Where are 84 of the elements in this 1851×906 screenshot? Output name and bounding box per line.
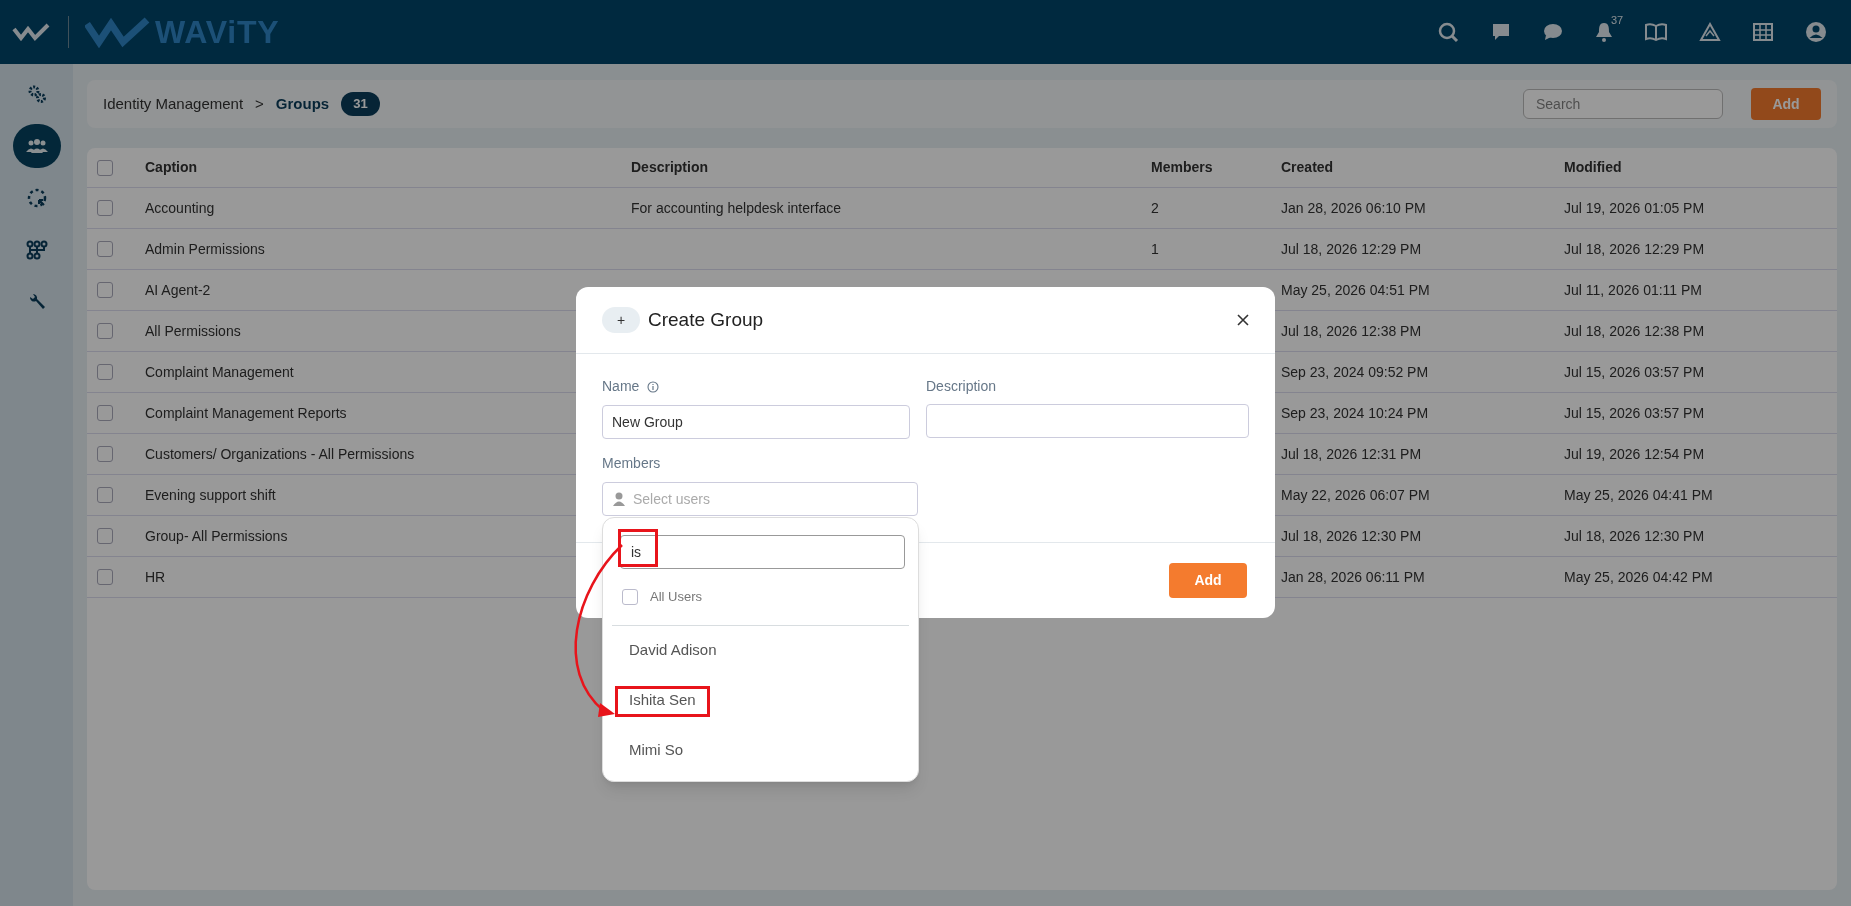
table-cell: AI Agent-2 (145, 281, 211, 298)
logo-mark-icon (85, 16, 151, 48)
table-cell: Jul 19, 2026 01:05 PM (1564, 199, 1705, 216)
user-option[interactable]: Mimi So (620, 739, 684, 762)
plus-badge: + (602, 307, 640, 333)
table-cell: Jul 18, 2026 12:31 PM (1281, 445, 1422, 462)
table-cell: Customers/ Organizations - All Permissions (145, 445, 415, 462)
table-cell: Accounting (145, 199, 215, 216)
breadcrumb-separator: > (255, 93, 264, 114)
breadcrumb-current: Groups (275, 93, 330, 114)
column-header[interactable]: Caption (145, 159, 198, 175)
field-label: Description (926, 377, 998, 396)
checkbox[interactable] (97, 487, 113, 503)
count-badge: 31 (341, 92, 380, 116)
grid-icon[interactable] (1753, 23, 1773, 41)
table-cell: May 22, 2026 06:07 PM (1281, 486, 1430, 503)
all-users-label: All Users (650, 588, 702, 606)
checkbox[interactable] (97, 323, 113, 339)
table-cell: Complaint Management (145, 363, 294, 380)
checkbox[interactable] (97, 405, 113, 421)
table-cell: Jan 28, 2026 06:11 PM (1281, 568, 1425, 585)
table-cell: 2 (1151, 199, 1159, 216)
sidebar-item[interactable] (12, 124, 61, 168)
table-cell: For accounting helpdesk interface (631, 199, 842, 216)
description-field[interactable] (926, 404, 1249, 438)
bell-icon[interactable] (1595, 22, 1613, 42)
book-icon[interactable] (1645, 23, 1667, 41)
field-label: Name (602, 377, 640, 396)
chat-bubble-icon[interactable] (1543, 23, 1563, 41)
name-field[interactable]: New Group (602, 405, 910, 439)
checkbox[interactable] (97, 282, 113, 298)
table-cell: May 25, 2026 04:51 PM (1281, 281, 1430, 298)
checkbox[interactable] (622, 588, 638, 605)
table-cell: 1 (1151, 240, 1159, 257)
table-cell: Sep 23, 2024 09:52 PM (1281, 363, 1429, 380)
breadcrumb-link[interactable]: Identity Management (103, 92, 244, 116)
table-cell: Sep 23, 2024 10:24 PM (1281, 404, 1429, 421)
checkbox[interactable] (97, 569, 113, 585)
checkbox[interactable] (97, 159, 113, 176)
table-cell: May 25, 2026 04:42 PM (1564, 568, 1713, 585)
user-option[interactable]: David Adison (620, 639, 717, 662)
table-cell: HR (145, 568, 166, 585)
table-cell: Jul 19, 2026 12:54 PM (1564, 445, 1705, 462)
table-cell: Jul 15, 2026 03:57 PM (1564, 404, 1705, 421)
column-header[interactable]: Members (1151, 159, 1213, 175)
column-header[interactable]: Description (631, 159, 708, 175)
dialog-title: Create Group (648, 307, 764, 332)
group-icon (25, 138, 48, 154)
table-cell: Group- All Permissions (145, 527, 288, 544)
table-cell: Jul 18, 2026 12:29 PM (1281, 240, 1422, 257)
table-cell: Jul 18, 2026 12:29 PM (1564, 240, 1705, 257)
close-icon[interactable] (1237, 314, 1249, 326)
placeholder-text: Select users (633, 489, 711, 509)
table-cell: Jul 18, 2026 12:30 PM (1281, 527, 1422, 544)
checkbox[interactable] (97, 241, 113, 257)
gears-icon (26, 84, 47, 104)
dashed-circle-icon (26, 188, 47, 208)
column-header[interactable]: Modified (1564, 159, 1622, 175)
network-icon (25, 240, 48, 260)
table-cell: Complaint Management Reports (145, 404, 347, 421)
notification-count: 37 (1611, 13, 1624, 28)
logo-text: WAViTY (155, 13, 280, 52)
table-cell: Jul 15, 2026 03:57 PM (1564, 363, 1705, 380)
table-cell: Evening support shift (145, 486, 276, 503)
table-cell: Jan 28, 2026 06:10 PM (1281, 199, 1426, 216)
table-cell: Jul 18, 2026 12:38 PM (1564, 322, 1705, 339)
table-cell: Jul 18, 2026 12:38 PM (1281, 322, 1422, 339)
search-field[interactable]: Search (1523, 89, 1723, 119)
info-icon[interactable] (647, 380, 660, 393)
column-header[interactable]: Created (1281, 159, 1334, 175)
table-cell: Jul 18, 2026 12:30 PM (1564, 527, 1705, 544)
checkbox[interactable] (97, 364, 113, 380)
table-cell: May 25, 2026 04:41 PM (1564, 486, 1713, 503)
table-cell: Jul 11, 2026 01:11 PM (1564, 281, 1703, 298)
checkbox[interactable] (97, 528, 113, 544)
field-label: Members (602, 454, 662, 473)
triangle-icon[interactable] (1699, 22, 1721, 42)
user-avatar-icon[interactable] (1805, 21, 1827, 43)
checkbox[interactable] (97, 200, 113, 216)
checkbox[interactable] (97, 446, 113, 462)
check-logo-icon[interactable] (12, 21, 52, 43)
table-cell: All Permissions (145, 322, 241, 339)
person-icon (613, 492, 625, 506)
table-cell: Admin Permissions (145, 240, 265, 257)
